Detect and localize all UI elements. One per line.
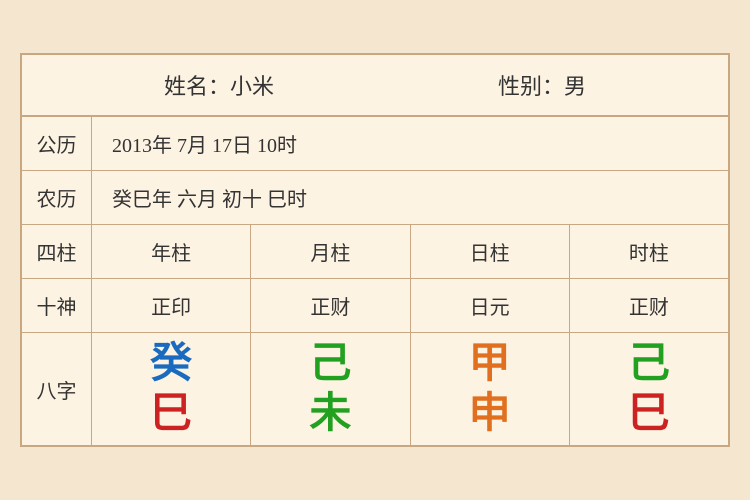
shishen-col-0: 正印	[92, 279, 251, 332]
lunar-label: 农历	[22, 171, 92, 224]
bazi-0-bottom: 巳	[150, 393, 192, 435]
bazi-col-2: 甲 申	[411, 333, 570, 445]
bazi-cells: 癸 巳 己 未 甲 申 己 巳	[92, 333, 728, 445]
bazi-2-top: 甲	[469, 343, 511, 385]
name-label: 姓名：小米	[164, 69, 274, 101]
main-container: 姓名：小米 性别：男 公历 2013年 7月 17日 10时 农历 癸巳年 六月…	[20, 53, 730, 447]
header-row: 姓名：小米 性别：男	[22, 55, 728, 117]
bazi-3-bottom: 巳	[628, 393, 670, 435]
bazi-col-1: 己 未	[251, 333, 410, 445]
gregorian-value: 2013年 7月 17日 10时	[92, 117, 728, 170]
shishen-label: 十神	[22, 279, 92, 332]
bazi-2-bottom: 申	[469, 393, 511, 435]
sizhu-col-3: 时柱	[570, 225, 728, 278]
bazi-col-0: 癸 巳	[92, 333, 251, 445]
bazi-row: 八字 癸 巳 己 未 甲 申 己 巳	[22, 333, 728, 445]
sizhu-label: 四柱	[22, 225, 92, 278]
bazi-1-top: 己	[309, 343, 351, 385]
shishen-row: 十神 正印 正财 日元 正财	[22, 279, 728, 333]
shishen-col-2: 日元	[411, 279, 570, 332]
sizhu-col-2: 日柱	[411, 225, 570, 278]
bazi-0-top: 癸	[150, 343, 192, 385]
sizhu-cells: 年柱 月柱 日柱 时柱	[92, 225, 728, 278]
bazi-3-top: 己	[628, 343, 670, 385]
bazi-col-3: 己 巳	[570, 333, 728, 445]
shishen-col-1: 正财	[251, 279, 410, 332]
lunar-value: 癸巳年 六月 初十 巳时	[92, 171, 728, 224]
shishen-col-3: 正财	[570, 279, 728, 332]
gregorian-row: 公历 2013年 7月 17日 10时	[22, 117, 728, 171]
bazi-1-bottom: 未	[309, 393, 351, 435]
lunar-row: 农历 癸巳年 六月 初十 巳时	[22, 171, 728, 225]
sizhu-col-1: 月柱	[251, 225, 410, 278]
sizhu-row: 四柱 年柱 月柱 日柱 时柱	[22, 225, 728, 279]
sizhu-col-0: 年柱	[92, 225, 251, 278]
gender-label: 性别：男	[498, 69, 586, 101]
shishen-cells: 正印 正财 日元 正财	[92, 279, 728, 332]
gregorian-label: 公历	[22, 117, 92, 170]
bazi-label: 八字	[22, 333, 92, 445]
